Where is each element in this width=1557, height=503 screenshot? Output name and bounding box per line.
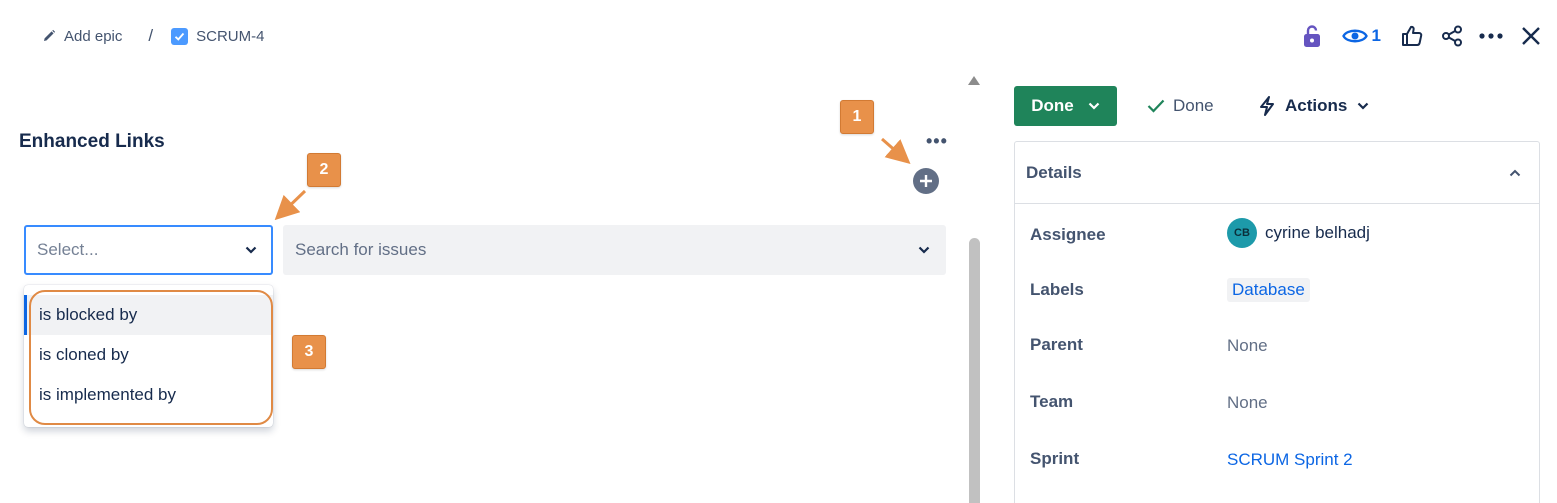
issue-toolbar: 1 <box>1288 22 1541 50</box>
close-icon <box>1522 27 1540 45</box>
actions-label: Actions <box>1285 96 1348 115</box>
details-panel: Details Assignee CB cyrine belhadj Label… <box>1014 141 1540 503</box>
link-type-placeholder: Select... <box>37 240 99 259</box>
label-chip-database[interactable]: Database <box>1227 278 1310 302</box>
assignee-value[interactable]: CB cyrine belhadj <box>1227 218 1370 248</box>
status-button-label: Done <box>1031 96 1074 115</box>
plus-icon <box>920 175 932 187</box>
actions-button[interactable]: Actions <box>1259 96 1369 116</box>
checkmark-icon <box>1147 99 1165 113</box>
issue-search-placeholder: Search for issues <box>295 240 427 259</box>
resolution-status: Done <box>1147 96 1214 116</box>
annotation-badge-1: 1 <box>840 100 874 134</box>
chevron-up-icon <box>1509 169 1521 176</box>
team-label: Team <box>1030 392 1074 411</box>
enhanced-links-title: Enhanced Links <box>19 131 165 152</box>
pencil-icon <box>44 29 56 41</box>
watch-button[interactable]: 1 <box>1341 22 1381 50</box>
team-value-text: None <box>1227 393 1268 412</box>
lightning-icon <box>1260 96 1274 116</box>
parent-label: Parent <box>1030 335 1083 354</box>
thumbs-up-icon <box>1402 25 1423 46</box>
annotation-highlight-box <box>29 290 273 425</box>
resolution-label: Done <box>1173 96 1214 115</box>
chevron-down-icon <box>918 246 930 254</box>
chevron-down-icon <box>1088 102 1100 110</box>
task-type-icon <box>171 27 189 45</box>
restriction-button[interactable] <box>1302 22 1322 50</box>
chevron-down-icon <box>245 246 257 254</box>
add-link-button[interactable] <box>913 168 939 194</box>
sprint-link[interactable]: SCRUM Sprint 2 <box>1227 450 1353 470</box>
annotation-arrow-1 <box>881 137 911 164</box>
chevron-down-icon <box>1358 102 1369 110</box>
annotation-badge-2: 2 <box>307 153 341 187</box>
eye-icon <box>1341 29 1368 43</box>
annotation-arrow-2 <box>274 189 307 221</box>
lock-open-icon <box>1303 25 1320 47</box>
close-button[interactable] <box>1521 22 1541 50</box>
sprint-value[interactable]: SCRUM Sprint 2 <box>1227 450 1353 470</box>
share-button[interactable] <box>1441 22 1463 50</box>
breadcrumb: Add epic / SCRUM-4 <box>42 26 264 46</box>
add-epic-link[interactable]: Add epic <box>42 28 122 45</box>
parent-value-text: None <box>1227 336 1268 355</box>
more-icon <box>1479 33 1503 39</box>
add-epic-label: Add epic <box>64 27 123 45</box>
team-value[interactable]: None <box>1227 393 1268 413</box>
breadcrumb-separator: / <box>148 26 154 45</box>
assignee-label: Assignee <box>1030 225 1106 244</box>
link-type-select[interactable]: Select... <box>24 225 273 275</box>
parent-value[interactable]: None <box>1227 336 1268 356</box>
scroll-up-arrow[interactable] <box>968 76 980 85</box>
scrollbar-thumb[interactable] <box>969 238 980 503</box>
details-title: Details <box>1026 162 1082 182</box>
status-button[interactable]: Done <box>1014 86 1117 126</box>
more-actions-button[interactable] <box>1479 22 1503 50</box>
issue-key-label: SCRUM-4 <box>196 27 265 45</box>
sprint-label: Sprint <box>1030 449 1080 468</box>
assignee-name: cyrine belhadj <box>1265 223 1370 242</box>
labels-label: Labels <box>1030 280 1084 299</box>
vote-button[interactable] <box>1401 22 1423 50</box>
share-icon <box>1442 25 1462 47</box>
annotation-badge-3: 3 <box>292 335 326 369</box>
issue-search-input[interactable]: Search for issues <box>283 225 946 275</box>
labels-value[interactable]: Database <box>1227 278 1310 302</box>
avatar: CB <box>1227 218 1257 248</box>
details-header[interactable]: Details <box>1015 142 1539 204</box>
watch-count: 1 <box>1371 26 1381 45</box>
panel-more-button[interactable]: ••• <box>926 131 948 152</box>
issue-key-link[interactable]: SCRUM-4 <box>171 27 265 45</box>
